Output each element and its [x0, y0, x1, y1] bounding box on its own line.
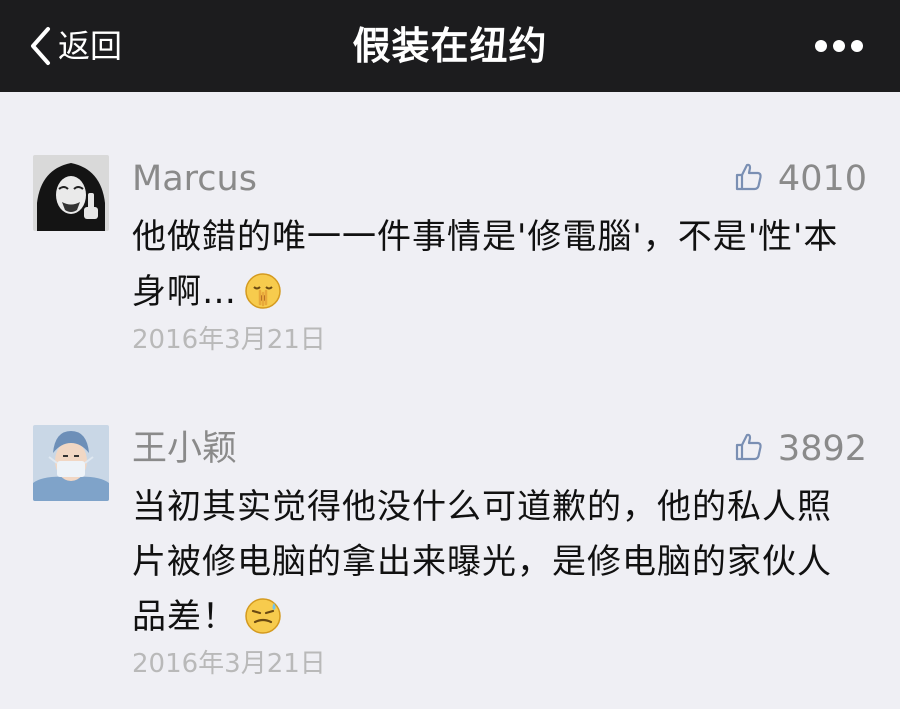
comment-date: 2016年3月21日 [132, 325, 326, 355]
sweat-smile-face-emoji [243, 596, 283, 653]
ellipsis-icon [815, 40, 863, 52]
avatar[interactable] [33, 155, 109, 231]
comment-author[interactable]: 王小颖 [132, 427, 237, 471]
comment-text: 当初其实觉得他没什么可道歉的，他的私人照片被修电脑的拿出来曝光，是修电脑的家伙人… [132, 480, 842, 653]
top-nav-bar: 返回 假装在纽约 [0, 0, 900, 92]
more-button[interactable] [814, 34, 864, 58]
comment-date: 2016年3月21日 [132, 649, 326, 679]
avatar[interactable] [33, 425, 109, 501]
page-title: 假装在纽约 [352, 24, 548, 68]
comment-text-content: 当初其实觉得他没什么可道歉的，他的私人照片被修电脑的拿出来曝光，是修电脑的家伙人… [132, 487, 832, 637]
like-count: 3892 [777, 429, 867, 469]
comment-text: 他做錯的唯一一件事情是'修電腦'，不是'性'本身啊… [132, 210, 872, 328]
comment-text-content: 他做錯的唯一一件事情是'修電腦'，不是'性'本身啊… [132, 217, 839, 312]
thumbs-up-icon [734, 162, 764, 196]
like-button[interactable]: 4010 [734, 157, 867, 201]
shushing-face-emoji [243, 271, 283, 328]
like-count: 4010 [777, 159, 867, 199]
comment-author[interactable]: Marcus [132, 157, 257, 201]
thumbs-up-icon [734, 432, 764, 466]
like-button[interactable]: 3892 [734, 427, 867, 471]
